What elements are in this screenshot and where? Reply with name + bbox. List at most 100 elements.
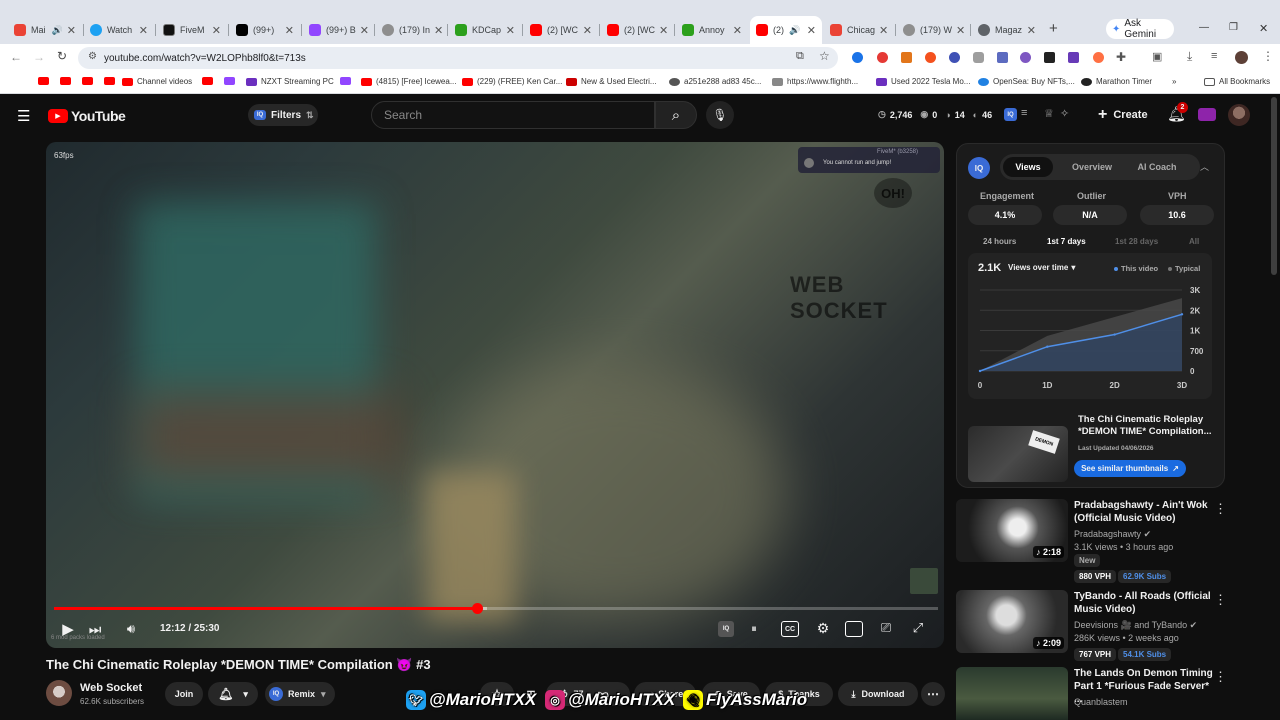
browser-tab[interactable]: Annoy ✕: [676, 18, 748, 42]
browser-tab[interactable]: Chicag ✕: [824, 18, 894, 42]
browser-tab[interactable]: (179) In ✕: [376, 18, 446, 42]
shield-icon[interactable]: [973, 52, 984, 63]
channel-name[interactable]: Web Socket: [80, 682, 142, 694]
tab-overview[interactable]: Overview: [1065, 157, 1119, 177]
close-tab-icon[interactable]: ✕: [281, 24, 294, 37]
youtube-logo[interactable]: ▶ YouTube: [48, 108, 126, 124]
filters-button[interactable]: IQ Filters ⇅: [248, 104, 318, 126]
bookmark-item[interactable]: Marathon Timer: [1081, 77, 1152, 86]
video-title[interactable]: TyBando - All Roads (Official Music Vide…: [1074, 590, 1214, 616]
bookmark-item[interactable]: [82, 77, 97, 85]
bookmark-item[interactable]: NZXT Streaming PC: [246, 77, 334, 86]
new-tab-icon[interactable]: +: [1049, 20, 1058, 37]
tab-views[interactable]: Views: [1003, 157, 1053, 177]
bookmark-item[interactable]: [202, 77, 217, 85]
notification-bell-button[interactable]: 🔔︎ ▾: [208, 682, 258, 706]
more-vertical-icon[interactable]: ⋮: [1214, 501, 1227, 517]
bookmark-item[interactable]: (229) (FREE) Ken Car...: [462, 77, 562, 86]
close-tab-icon[interactable]: ✕: [135, 24, 148, 37]
more-actions-button[interactable]: ⋯: [921, 682, 945, 706]
recommended-video[interactable]: ♪ 2:18 Pradabagshawty - Ain't Wok (Offic…: [956, 499, 1236, 583]
video-thumbnail[interactable]: ♪ 2:09: [956, 590, 1068, 653]
extension-icon[interactable]: [852, 52, 863, 63]
account-avatar[interactable]: [1228, 104, 1250, 126]
premium-icon[interactable]: [1198, 108, 1216, 121]
close-tab-icon[interactable]: ✕: [655, 24, 668, 37]
bookmark-item[interactable]: [104, 77, 119, 85]
mute-button[interactable]: 🔊︎: [121, 619, 141, 639]
minimize-icon[interactable]: —: [1199, 22, 1209, 33]
more-vertical-icon[interactable]: ⋮: [1214, 592, 1227, 608]
close-tab-icon[interactable]: ✕: [579, 24, 592, 37]
video-thumbnail[interactable]: ♪ 2:18: [956, 499, 1068, 562]
profile-avatar[interactable]: [1235, 51, 1248, 64]
close-tab-icon[interactable]: ✕: [63, 24, 76, 37]
bookmark-item[interactable]: [224, 77, 239, 85]
extension-icon[interactable]: [1068, 52, 1079, 63]
search-input[interactable]: Search: [371, 101, 655, 129]
bookmark-item[interactable]: [340, 77, 355, 85]
extension-icon[interactable]: [997, 52, 1008, 63]
bookmark-star-icon[interactable]: ☆: [819, 49, 830, 63]
browser-tab[interactable]: (2) [WC ✕: [524, 18, 598, 42]
channel-name[interactable]: Deevisions 🎥 and TyBando ✔: [1074, 620, 1197, 631]
tab-ai-coach[interactable]: AI Coach: [1127, 157, 1187, 177]
page-scrollbar[interactable]: [1271, 97, 1277, 275]
bookmark-item[interactable]: OpenSea: Buy NFTs,...: [978, 77, 1075, 86]
close-tab-icon[interactable]: ✕: [1023, 24, 1036, 37]
browser-tab[interactable]: (99+) B ✕: [303, 18, 373, 42]
restore-icon[interactable]: ❐: [1229, 22, 1238, 33]
autoplay-toggle[interactable]: ⏸: [746, 621, 762, 637]
channel-name[interactable]: Pradabagshawty ✔: [1074, 529, 1151, 540]
range-all[interactable]: All: [1189, 237, 1199, 246]
collapse-icon[interactable]: ︿: [1200, 160, 1209, 173]
browser-tab[interactable]: (179) W ✕: [897, 18, 969, 42]
more-vertical-icon[interactable]: ⋮: [1214, 669, 1227, 685]
video-title[interactable]: Pradabagshawty - Ain't Wok (Official Mus…: [1074, 499, 1214, 525]
browser-tab[interactable]: (2) [WC ✕: [601, 18, 673, 42]
address-bar[interactable]: ⚙ youtube.com/watch?v=W2LOPhb8lf0&t=713s…: [78, 47, 838, 69]
browser-tab[interactable]: FiveM ✕: [157, 18, 227, 42]
bookmarks-overflow-icon[interactable]: »: [1172, 77, 1176, 86]
list-icon[interactable]: ≡: [1021, 107, 1027, 119]
bookmark-item[interactable]: https://www.flighth...: [772, 77, 858, 86]
extension-icon[interactable]: [1044, 52, 1055, 63]
bookmark-item[interactable]: a251e288 ad83 45c...: [669, 77, 761, 86]
create-button[interactable]: + Create: [1098, 106, 1148, 124]
back-icon[interactable]: ←: [10, 50, 22, 64]
close-tab-icon[interactable]: ✕: [502, 24, 515, 37]
bookmark-item[interactable]: [38, 77, 53, 85]
forward-icon[interactable]: →: [33, 50, 45, 64]
extension-icon[interactable]: [1093, 52, 1104, 63]
extension-icon[interactable]: [1020, 52, 1031, 63]
recommended-video[interactable]: ♪ 2:09 TyBando - All Roads (Official Mus…: [956, 590, 1236, 661]
close-tab-icon[interactable]: ✕: [875, 24, 888, 37]
site-info-icon[interactable]: ⚙: [88, 51, 97, 62]
video-thumbnail[interactable]: [956, 667, 1068, 720]
search-button[interactable]: ⌕: [655, 101, 697, 129]
browser-tab[interactable]: KDCap ✕: [449, 18, 521, 42]
extension-icon[interactable]: [925, 52, 936, 63]
settings-button[interactable]: ⚙: [814, 619, 832, 637]
remix-button[interactable]: IQ Remix ▾: [265, 682, 335, 706]
video-progress-bar[interactable]: [54, 603, 938, 614]
channel-avatar[interactable]: [46, 680, 72, 706]
fullscreen-button[interactable]: ⤢: [909, 619, 927, 637]
card-thumbnail[interactable]: DEMON: [968, 426, 1068, 482]
range-24h[interactable]: 24 hours: [983, 237, 1016, 246]
close-tab-icon[interactable]: ✕: [803, 24, 816, 37]
close-window-icon[interactable]: ✕: [1259, 22, 1268, 35]
close-tab-icon[interactable]: ✕: [430, 24, 443, 37]
range-7d[interactable]: 1st 7 days: [1047, 237, 1086, 246]
close-tab-icon[interactable]: ✕: [208, 24, 221, 37]
browser-tab-active[interactable]: (2) 🔊 ✕: [750, 16, 822, 44]
play-button[interactable]: ▶: [58, 619, 78, 639]
iq-player-button[interactable]: IQ: [718, 621, 734, 637]
media-icon[interactable]: ≡: [1211, 50, 1217, 62]
bookmark-item[interactable]: New & Used Electri...: [566, 77, 657, 86]
download-button[interactable]: ⤓ Download: [838, 682, 918, 706]
captions-button[interactable]: CC: [781, 621, 799, 637]
close-tab-icon[interactable]: ✕: [356, 24, 369, 37]
bookmark-item[interactable]: [60, 77, 75, 85]
browser-tab[interactable]: Watch ✕: [84, 18, 154, 42]
